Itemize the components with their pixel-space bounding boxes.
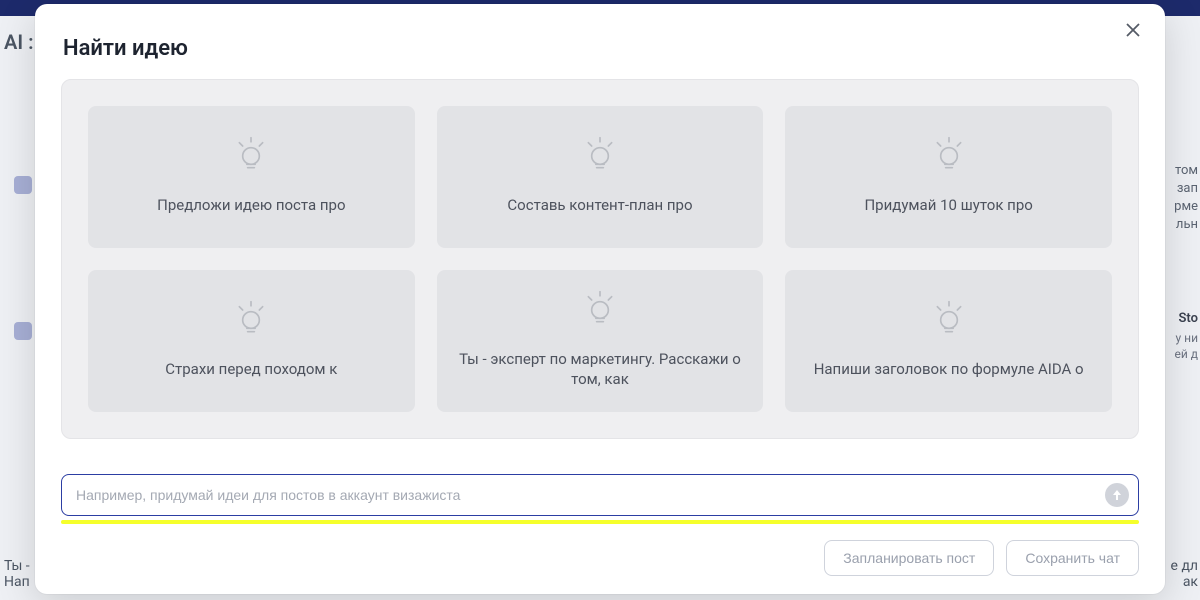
prompt-card[interactable]: Напиши заголовок по формуле AIDA о bbox=[785, 270, 1112, 412]
find-idea-modal: Найти идею Предложи идею поста про bbox=[35, 4, 1165, 594]
prompt-card-area: Предложи идею поста про Составь контент-… bbox=[61, 79, 1139, 439]
lightbulb-icon bbox=[579, 289, 621, 331]
lightbulb-icon bbox=[928, 299, 970, 341]
prompt-grid: Предложи идею поста про Составь контент-… bbox=[88, 106, 1112, 412]
lightbulb-icon bbox=[579, 135, 621, 177]
schedule-post-button[interactable]: Запланировать пост bbox=[824, 540, 994, 576]
prompt-card-label: Предложи идею поста про bbox=[149, 195, 353, 215]
prompt-card-label: Ты - эксперт по маркетингу. Расскажи о т… bbox=[451, 349, 750, 390]
prompt-card-label: Напиши заголовок по формуле AIDA о bbox=[806, 359, 1092, 379]
prompt-card[interactable]: Страхи перед походом к bbox=[88, 270, 415, 412]
idea-input[interactable] bbox=[61, 474, 1139, 516]
prompt-card[interactable]: Предложи идею поста про bbox=[88, 106, 415, 248]
lightbulb-icon bbox=[230, 299, 272, 341]
close-icon bbox=[1125, 22, 1141, 38]
modal-footer: Запланировать пост Сохранить чат bbox=[61, 540, 1139, 576]
chat-input-wrap bbox=[61, 474, 1139, 516]
modal-overlay: Найти идею Предложи идею поста про bbox=[0, 0, 1200, 600]
prompt-card-label: Составь контент-план про bbox=[499, 195, 700, 215]
save-chat-button[interactable]: Сохранить чат bbox=[1006, 540, 1139, 576]
arrow-up-icon bbox=[1111, 489, 1123, 501]
prompt-card[interactable]: Придумай 10 шуток про bbox=[785, 106, 1112, 248]
close-button[interactable] bbox=[1119, 18, 1147, 46]
modal-title: Найти идею bbox=[63, 36, 1139, 61]
prompt-card-label: Придумай 10 шуток про bbox=[856, 195, 1040, 215]
send-button[interactable] bbox=[1105, 483, 1129, 507]
lightbulb-icon bbox=[928, 135, 970, 177]
highlight-underline bbox=[61, 520, 1139, 524]
prompt-card[interactable]: Составь контент-план про bbox=[437, 106, 764, 248]
lightbulb-icon bbox=[230, 135, 272, 177]
prompt-card-label: Страхи перед походом к bbox=[157, 359, 345, 379]
prompt-card[interactable]: Ты - эксперт по маркетингу. Расскажи о т… bbox=[437, 270, 764, 412]
spacer bbox=[61, 439, 1139, 454]
